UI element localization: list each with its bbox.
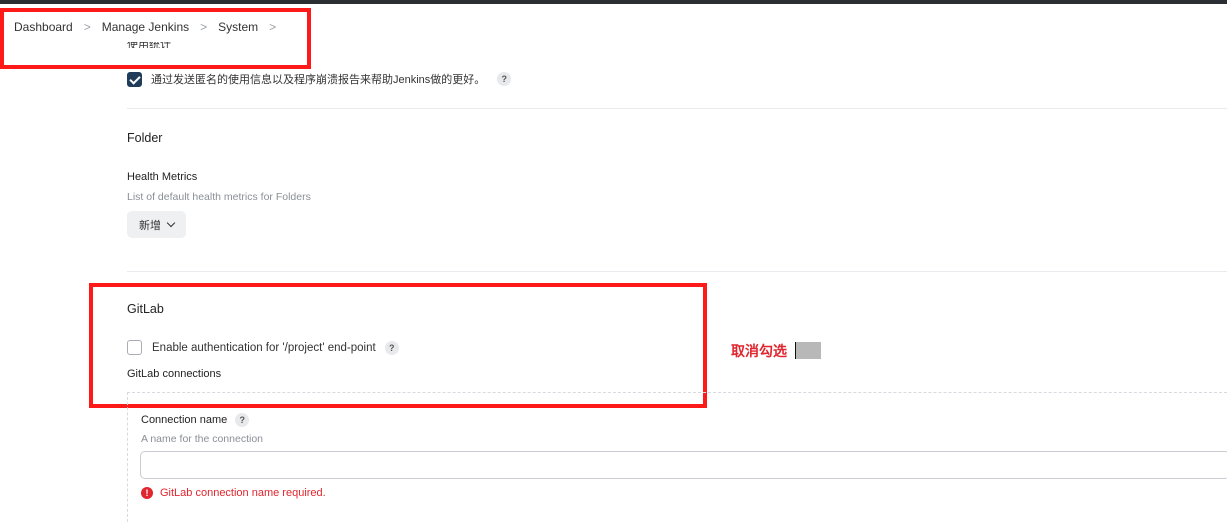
help-icon[interactable]: ? [235,413,250,427]
connection-name-description: A name for the connection [141,433,263,445]
error-icon: ! [141,487,153,499]
usage-stats-title: 使用统计 [127,42,171,48]
highlight-box-breadcrumb [0,8,311,69]
usage-stats-checkbox-label: 通过发送匿名的使用信息以及程序崩溃报告来帮助Jenkins做的更好。 [151,74,486,86]
text-caret [795,342,796,359]
folder-section-title: Folder [127,131,163,145]
text-selection-highlight [795,342,821,359]
help-icon[interactable]: ? [497,72,512,86]
add-health-metric-button[interactable]: 新增 [127,211,186,238]
connection-name-input[interactable] [140,451,1227,479]
section-divider [127,108,1227,109]
connection-name-error: ! GitLab connection name required. [141,487,326,499]
usage-stats-row: 通过发送匿名的使用信息以及程序崩溃报告来帮助Jenkins做的更好。 ? [127,71,512,87]
connection-name-label: Connection name ? [141,413,250,427]
connection-name-label-text: Connection name [141,414,228,426]
add-button-label: 新增 [139,219,161,232]
highlight-box-gitlab [89,283,707,408]
connection-name-error-text: GitLab connection name required. [160,487,326,499]
chevron-down-icon [166,218,176,227]
health-metrics-label: Health Metrics [127,171,198,183]
usage-stats-checkbox[interactable] [127,71,142,87]
section-divider [127,271,1227,272]
top-bar [0,0,1227,4]
annotation-uncheck-note: 取消勾选 [731,344,787,360]
health-metrics-description: List of default health metrics for Folde… [127,191,311,203]
